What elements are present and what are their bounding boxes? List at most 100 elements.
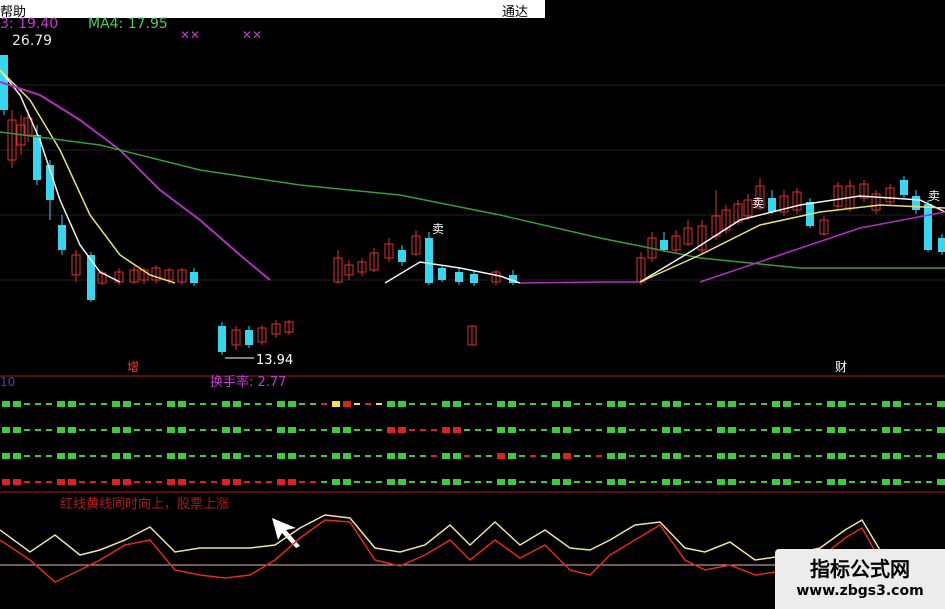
turnover-bar: [673, 453, 681, 459]
turnover-bar: [838, 427, 846, 433]
turnover-bar: [662, 479, 670, 485]
turnover-bar: [431, 403, 437, 405]
turnover-bar: [233, 401, 241, 407]
turnover-bar: [662, 401, 670, 407]
turnover-bar: [409, 429, 415, 431]
ma-yellow-line: [0, 69, 176, 284]
turnover-bar: [453, 453, 461, 459]
turnover-bar: [112, 401, 120, 407]
turnover-bar: [750, 429, 756, 431]
candle-body: [190, 272, 198, 283]
turnover-bar: [123, 427, 131, 433]
turnover-bar: [651, 455, 657, 457]
turnover-bar: [2, 479, 10, 485]
turnover-bar: [13, 479, 21, 485]
turnover-bar: [101, 455, 107, 457]
turnover-bar: [464, 455, 470, 457]
turnover-bar: [772, 401, 780, 407]
turnover-bar: [156, 429, 162, 431]
turnover-bar: [13, 453, 21, 459]
turnover-bar: [596, 403, 602, 405]
menu-bar-right: 通达: [500, 0, 545, 20]
turnover-bar: [90, 455, 96, 457]
turnover-bar: [211, 403, 217, 405]
turnover-bar: [926, 455, 932, 457]
turnover-bar: [761, 403, 767, 405]
turnover-bar: [596, 481, 602, 483]
candle-body: [398, 250, 406, 262]
turnover-bar: [200, 455, 206, 457]
turnover-bar: [156, 455, 162, 457]
turnover-bar: [849, 455, 855, 457]
turnover-bar: [530, 429, 536, 431]
turnover-bar: [343, 427, 351, 433]
turnover-bar: [750, 455, 756, 457]
turnover-bar: [871, 481, 877, 483]
turnover-bar: [145, 481, 151, 483]
turnover-bar: [640, 455, 646, 457]
turnover-bar: [178, 401, 186, 407]
turnover-bar: [827, 427, 835, 433]
turnover-bar: [695, 403, 701, 405]
turnover-bar: [772, 479, 780, 485]
turnover-bar: [882, 479, 890, 485]
signal-marks-2: ✕✕: [242, 28, 263, 42]
turnover-bar: [937, 453, 945, 459]
turnover-bar: [849, 403, 855, 405]
turnover-bar: [343, 453, 351, 459]
turnover-bar: [684, 403, 690, 405]
turnover-bar: [607, 401, 615, 407]
turnover-bar: [827, 479, 835, 485]
turnover-bar: [706, 481, 712, 483]
turnover-bar: [475, 429, 481, 431]
turnover-bar: [442, 427, 450, 433]
tdx-menu[interactable]: 通达: [502, 1, 528, 20]
turnover-bar: [739, 403, 745, 405]
turnover-bar: [706, 429, 712, 431]
turnover-bar: [618, 453, 626, 459]
turnover-bar: [409, 455, 415, 457]
turnover-bar: [794, 403, 800, 405]
turnover-bar: [706, 455, 712, 457]
turnover-bar: [772, 427, 780, 433]
turnover-bar: [794, 429, 800, 431]
turnover-bar: [79, 481, 85, 483]
turnover-bar: [387, 427, 395, 433]
candle-body: [912, 196, 920, 210]
turnover-bar: [145, 455, 151, 457]
sell-signal-3: 卖: [928, 189, 940, 203]
turnover-bar: [519, 455, 525, 457]
turnover-bar: [79, 455, 85, 457]
turnover-bar: [618, 401, 626, 407]
stock-chart: 卖 卖 卖 增 财 13.94 10 换手率: 2.77 红线黄线同时向上，股票…: [0, 55, 945, 583]
turnover-bar: [211, 481, 217, 483]
turnover-bar: [35, 429, 41, 431]
turnover-bar: [904, 481, 910, 483]
candle-body: [58, 225, 66, 250]
turnover-bar: [442, 453, 450, 459]
turnover-bar: [134, 429, 140, 431]
turnover-bar: [585, 429, 591, 431]
turnover-bar: [695, 429, 701, 431]
turnover-bar: [673, 427, 681, 433]
turnover-bar: [662, 427, 670, 433]
sell-signal-1: 卖: [432, 222, 444, 236]
turnover-bar: [365, 481, 371, 483]
turnover-bar: [2, 401, 10, 407]
turnover-title: 换手率: 2.77: [210, 374, 286, 390]
turnover-bar: [200, 481, 206, 483]
turnover-bar: [871, 455, 877, 457]
turnover-bar: [816, 403, 822, 405]
turnover-bar: [860, 481, 866, 483]
turnover-bar: [79, 429, 85, 431]
turnover-bar: [310, 429, 316, 431]
turnover-bar: [167, 427, 175, 433]
signal-marks-1: ✕✕: [180, 28, 201, 42]
turnover-bar: [321, 429, 327, 431]
turnover-bar: [860, 455, 866, 457]
turnover-bar: [893, 453, 901, 459]
turnover-bar: [277, 427, 285, 433]
turnover-bar: [662, 453, 670, 459]
turnover-bar: [112, 479, 120, 485]
candle-body: [425, 238, 433, 283]
